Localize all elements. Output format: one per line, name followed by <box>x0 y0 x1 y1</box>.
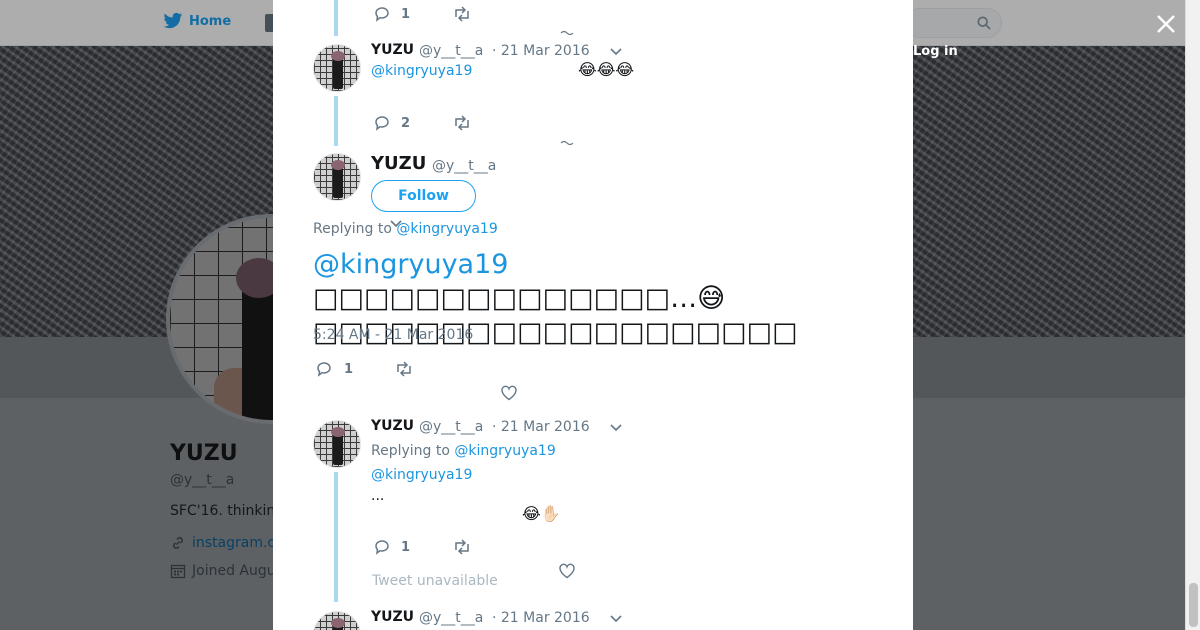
tweet-timestamp[interactable]: 5:24 AM - 21 Mar 2016 <box>313 327 473 343</box>
reply-icon[interactable] <box>373 114 391 132</box>
like-heart-icon[interactable] <box>500 384 518 402</box>
avatar[interactable] <box>313 611 361 630</box>
tweet-date[interactable]: · 21 Mar 2016 <box>492 610 590 626</box>
more-replies-indicator[interactable] <box>560 29 574 35</box>
reply-count: 1 <box>344 362 354 377</box>
like-heart-icon[interactable] <box>558 562 576 580</box>
reply-count: 1 <box>401 540 411 555</box>
page-scrollbar[interactable] <box>1185 0 1200 630</box>
author-name[interactable]: YUZU <box>371 153 426 174</box>
replying-to-label: Replying to <box>371 443 450 459</box>
avatar[interactable] <box>313 153 361 201</box>
reply-count: 1 <box>401 7 411 22</box>
more-replies-indicator[interactable] <box>560 139 574 145</box>
tweet-unavailable-notice: Tweet unavailable <box>372 573 498 589</box>
avatar[interactable] <box>313 420 361 468</box>
tweet-emoji: 😂😂😂 <box>578 60 635 79</box>
replying-to-handle[interactable]: @kingryuya19 <box>396 221 497 237</box>
tweet-emoji: 😂✋🏻 <box>522 504 561 523</box>
author-name[interactable]: YUZU <box>371 42 414 58</box>
replying-to-label: Replying to <box>313 221 392 237</box>
tweet-conversation-modal: 1 YUZU @y__t__a · 21 Mar 2016 @kingryuya… <box>273 0 913 630</box>
chevron-down-icon[interactable] <box>609 614 623 624</box>
author-name[interactable]: YUZU <box>371 609 414 625</box>
replying-to: Replying to @kingryuya19 <box>313 221 498 237</box>
reply-icon[interactable] <box>373 5 391 23</box>
login-link-partial[interactable]: Log in <box>913 44 958 59</box>
retweet-icon[interactable] <box>395 360 413 378</box>
author-handle[interactable]: @y__t__a <box>432 158 496 174</box>
retweet-icon[interactable] <box>453 5 471 23</box>
author-name[interactable]: YUZU <box>371 418 414 434</box>
thread-line <box>334 96 338 146</box>
tweet-text: ... <box>371 488 385 504</box>
author-handle[interactable]: @y__t__a <box>419 43 483 59</box>
mention-link[interactable]: @kingryuya19 <box>371 63 472 79</box>
close-icon[interactable] <box>1153 11 1179 37</box>
author-handle[interactable]: @y__t__a <box>419 610 483 626</box>
reply-icon[interactable] <box>373 538 391 556</box>
replying-to: Replying to @kingryuya19 <box>371 443 556 459</box>
tweet-emoji: 😅 <box>697 283 726 314</box>
mention-link[interactable]: @kingryuya19 <box>371 467 472 483</box>
follow-button[interactable]: Follow <box>371 180 476 212</box>
retweet-icon[interactable] <box>453 538 471 556</box>
scrollbar-thumb[interactable] <box>1189 583 1198 627</box>
chevron-down-icon[interactable] <box>609 47 623 57</box>
tweet-date[interactable]: · 21 Mar 2016 <box>492 419 590 435</box>
avatar[interactable] <box>313 44 361 92</box>
thread-line <box>334 0 338 36</box>
tweet-date[interactable]: · 21 Mar 2016 <box>492 43 590 59</box>
retweet-icon[interactable] <box>453 114 471 132</box>
tweet-text-line: □□□□□□□□□□□□□□… <box>313 283 698 314</box>
reply-icon[interactable] <box>315 360 333 378</box>
thread-line <box>334 472 338 602</box>
mention-link[interactable]: @kingryuya19 <box>313 249 508 280</box>
replying-to-handle[interactable]: @kingryuya19 <box>454 443 555 459</box>
chevron-down-icon[interactable] <box>609 423 623 433</box>
author-handle[interactable]: @y__t__a <box>419 419 483 435</box>
reply-count: 2 <box>401 116 411 131</box>
